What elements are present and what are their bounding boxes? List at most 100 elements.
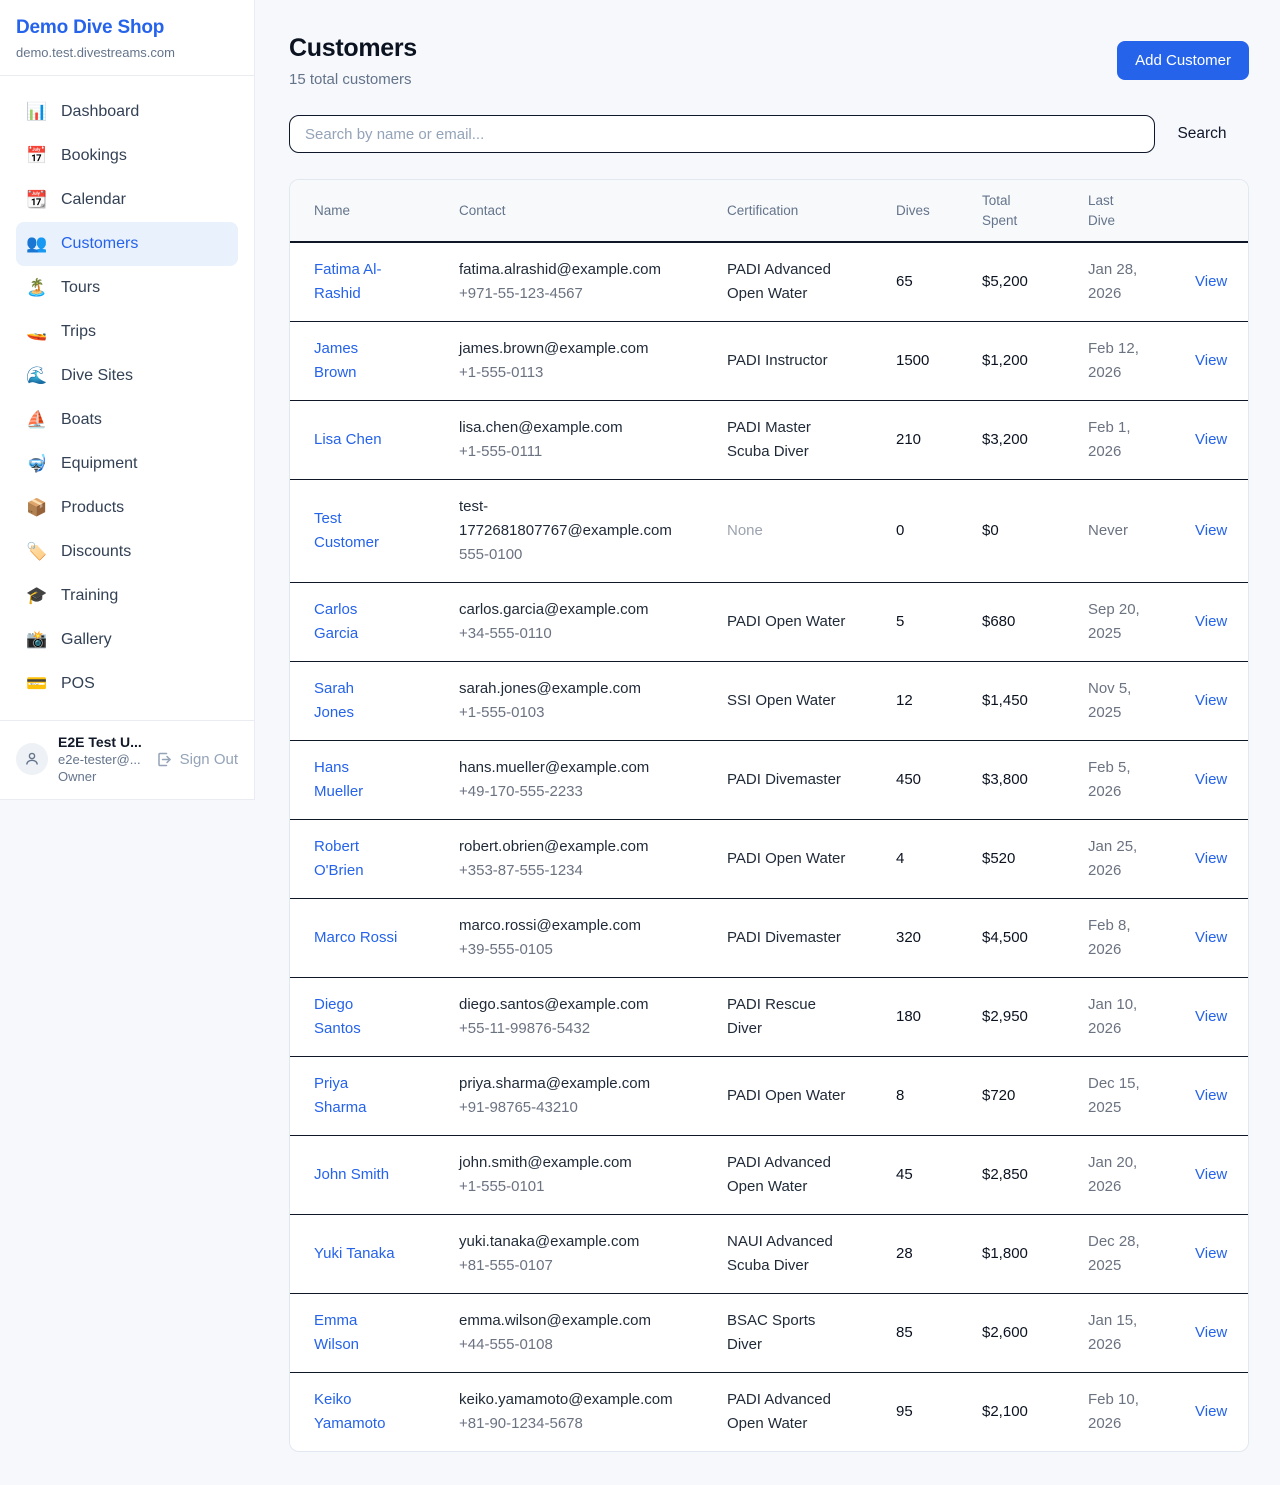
customer-total-spent: $2,850 — [970, 1136, 1076, 1215]
customer-phone: +44-555-0108 — [459, 1333, 703, 1357]
view-link[interactable]: View — [1195, 431, 1227, 448]
customer-name-link[interactable]: Emma Wilson — [314, 1309, 398, 1357]
customer-phone: +39-555-0105 — [459, 938, 703, 962]
customer-name-link[interactable]: Sarah Jones — [314, 677, 398, 725]
view-link[interactable]: View — [1195, 522, 1227, 539]
customer-name-link[interactable]: John Smith — [314, 1163, 398, 1187]
view-link[interactable]: View — [1195, 1324, 1227, 1341]
view-link[interactable]: View — [1195, 771, 1227, 788]
customer-name-link[interactable]: Hans Mueller — [314, 756, 398, 804]
customer-phone: +971-55-123-4567 — [459, 282, 703, 306]
view-link[interactable]: View — [1195, 850, 1227, 867]
sign-out-label: Sign Out — [180, 751, 238, 768]
customer-total-spent: $2,600 — [970, 1294, 1076, 1373]
pos-icon: 💳 — [26, 674, 48, 694]
view-link[interactable]: View — [1195, 1087, 1227, 1104]
person-icon — [24, 751, 40, 767]
sidebar-header: Demo Dive Shop demo.test.divestreams.com — [0, 0, 254, 76]
customer-name-link[interactable]: Marco Rossi — [314, 926, 398, 950]
page-header: Customers 15 total customers Add Custome… — [289, 34, 1249, 88]
user-email: e2e-tester@... — [58, 752, 142, 767]
customer-name-link[interactable]: Diego Santos — [314, 993, 398, 1041]
sidebar-item-customers[interactable]: 👥 Customers — [16, 222, 238, 266]
sidebar-item-products[interactable]: 📦 Products — [16, 486, 238, 530]
customer-dives: 8 — [884, 1057, 970, 1136]
sidebar-item-pos[interactable]: 💳 POS — [16, 662, 238, 706]
col-header-last-dive: Last Dive — [1076, 180, 1183, 242]
customer-dives: 4 — [884, 820, 970, 899]
customer-phone: +1-555-0111 — [459, 440, 703, 464]
customer-last-dive: Feb 12, 2026 — [1088, 337, 1154, 385]
customer-email: fatima.alrashid@example.com — [459, 258, 674, 282]
sidebar-item-equipment[interactable]: 🤿 Equipment — [16, 442, 238, 486]
customer-total-spent: $0 — [970, 480, 1076, 583]
col-header-certification: Certification — [715, 180, 884, 242]
sidebar-item-discounts[interactable]: 🏷️ Discounts — [16, 530, 238, 574]
view-link[interactable]: View — [1195, 1403, 1227, 1420]
table-header: Name Contact Certification Dives Total S… — [290, 180, 1249, 242]
customer-certification: PADI Advanced Open Water — [727, 1388, 847, 1436]
app-title: Demo Dive Shop — [16, 17, 238, 39]
gallery-icon: 📸 — [26, 630, 48, 650]
customer-last-dive: Dec 15, 2025 — [1088, 1072, 1154, 1120]
customer-last-dive: Never — [1088, 519, 1154, 543]
table-row: Robert O'Brien robert.obrien@example.com… — [290, 820, 1249, 899]
customer-total-spent: $3,200 — [970, 401, 1076, 480]
customer-dives: 65 — [884, 242, 970, 322]
customer-phone: +81-90-1234-5678 — [459, 1412, 703, 1436]
customer-phone: 555-0100 — [459, 543, 703, 567]
sign-out-button[interactable]: Sign Out — [156, 751, 238, 768]
customer-certification: None — [727, 519, 847, 543]
customer-name-link[interactable]: Robert O'Brien — [314, 835, 398, 883]
view-link[interactable]: View — [1195, 1166, 1227, 1183]
sidebar-item-boats[interactable]: ⛵ Boats — [16, 398, 238, 442]
sidebar-item-dive-sites[interactable]: 🌊 Dive Sites — [16, 354, 238, 398]
sidebar-nav: 📊 Dashboard 📅 Bookings 📆 Calendar 👥 Cust… — [0, 76, 254, 721]
search-button[interactable]: Search — [1155, 125, 1249, 143]
customer-name-link[interactable]: Priya Sharma — [314, 1072, 398, 1120]
search-input[interactable] — [289, 115, 1155, 153]
customer-name-link[interactable]: Carlos Garcia — [314, 598, 398, 646]
customer-total-spent: $1,800 — [970, 1215, 1076, 1294]
sidebar-item-bookings[interactable]: 📅 Bookings — [16, 134, 238, 178]
customer-certification: PADI Divemaster — [727, 926, 847, 950]
customer-name-link[interactable]: Yuki Tanaka — [314, 1242, 398, 1266]
view-link[interactable]: View — [1195, 613, 1227, 630]
view-link[interactable]: View — [1195, 692, 1227, 709]
customer-email: test-1772681807767@example.com — [459, 495, 674, 543]
sidebar-item-calendar[interactable]: 📆 Calendar — [16, 178, 238, 222]
sidebar-item-trips[interactable]: 🚤 Trips — [16, 310, 238, 354]
view-link[interactable]: View — [1195, 1008, 1227, 1025]
sidebar-item-gallery[interactable]: 📸 Gallery — [16, 618, 238, 662]
customer-name-link[interactable]: Test Customer — [314, 507, 398, 555]
view-link[interactable]: View — [1195, 352, 1227, 369]
customer-certification: PADI Instructor — [727, 349, 847, 373]
customer-last-dive: Jan 15, 2026 — [1088, 1309, 1154, 1357]
customer-dives: 0 — [884, 480, 970, 583]
customer-name-link[interactable]: Lisa Chen — [314, 428, 398, 452]
sidebar-item-tours[interactable]: 🏝️ Tours — [16, 266, 238, 310]
view-link[interactable]: View — [1195, 1245, 1227, 1262]
customer-total-spent: $680 — [970, 583, 1076, 662]
view-link[interactable]: View — [1195, 273, 1227, 290]
customer-dives: 45 — [884, 1136, 970, 1215]
user-role: Owner — [58, 769, 142, 784]
customer-total-spent: $4,500 — [970, 899, 1076, 978]
customer-name-link[interactable]: Fatima Al-Rashid — [314, 258, 398, 306]
customer-certification: SSI Open Water — [727, 689, 847, 713]
customer-last-dive: Sep 20, 2025 — [1088, 598, 1154, 646]
customer-phone: +1-555-0113 — [459, 361, 703, 385]
customer-phone: +81-555-0107 — [459, 1254, 703, 1278]
sidebar-item-training[interactable]: 🎓 Training — [16, 574, 238, 618]
view-link[interactable]: View — [1195, 929, 1227, 946]
sidebar-item-dashboard[interactable]: 📊 Dashboard — [16, 90, 238, 134]
customer-email: yuki.tanaka@example.com — [459, 1230, 674, 1254]
customer-certification: PADI Master Scuba Diver — [727, 416, 847, 464]
customer-last-dive: Jan 10, 2026 — [1088, 993, 1154, 1041]
customer-name-link[interactable]: Keiko Yamamoto — [314, 1388, 398, 1436]
customer-dives: 28 — [884, 1215, 970, 1294]
add-customer-button[interactable]: Add Customer — [1117, 41, 1249, 80]
customer-last-dive: Jan 28, 2026 — [1088, 258, 1154, 306]
customer-name-link[interactable]: James Brown — [314, 337, 398, 385]
customer-certification: PADI Advanced Open Water — [727, 1151, 847, 1199]
